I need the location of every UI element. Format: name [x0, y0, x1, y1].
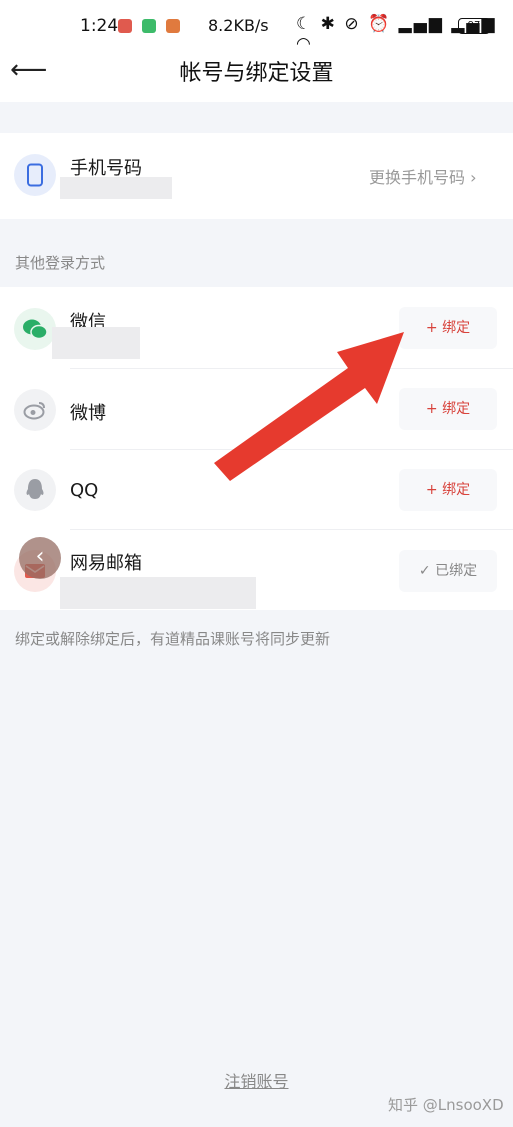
watermark: 知乎 @LnsooXD: [388, 1096, 504, 1114]
cancel-account-link[interactable]: 注销账号: [0, 1068, 513, 1092]
annotation-arrow-icon: [214, 332, 404, 481]
sync-note: 绑定或解除绑定后，有道精品课账号将同步更新: [15, 630, 331, 648]
